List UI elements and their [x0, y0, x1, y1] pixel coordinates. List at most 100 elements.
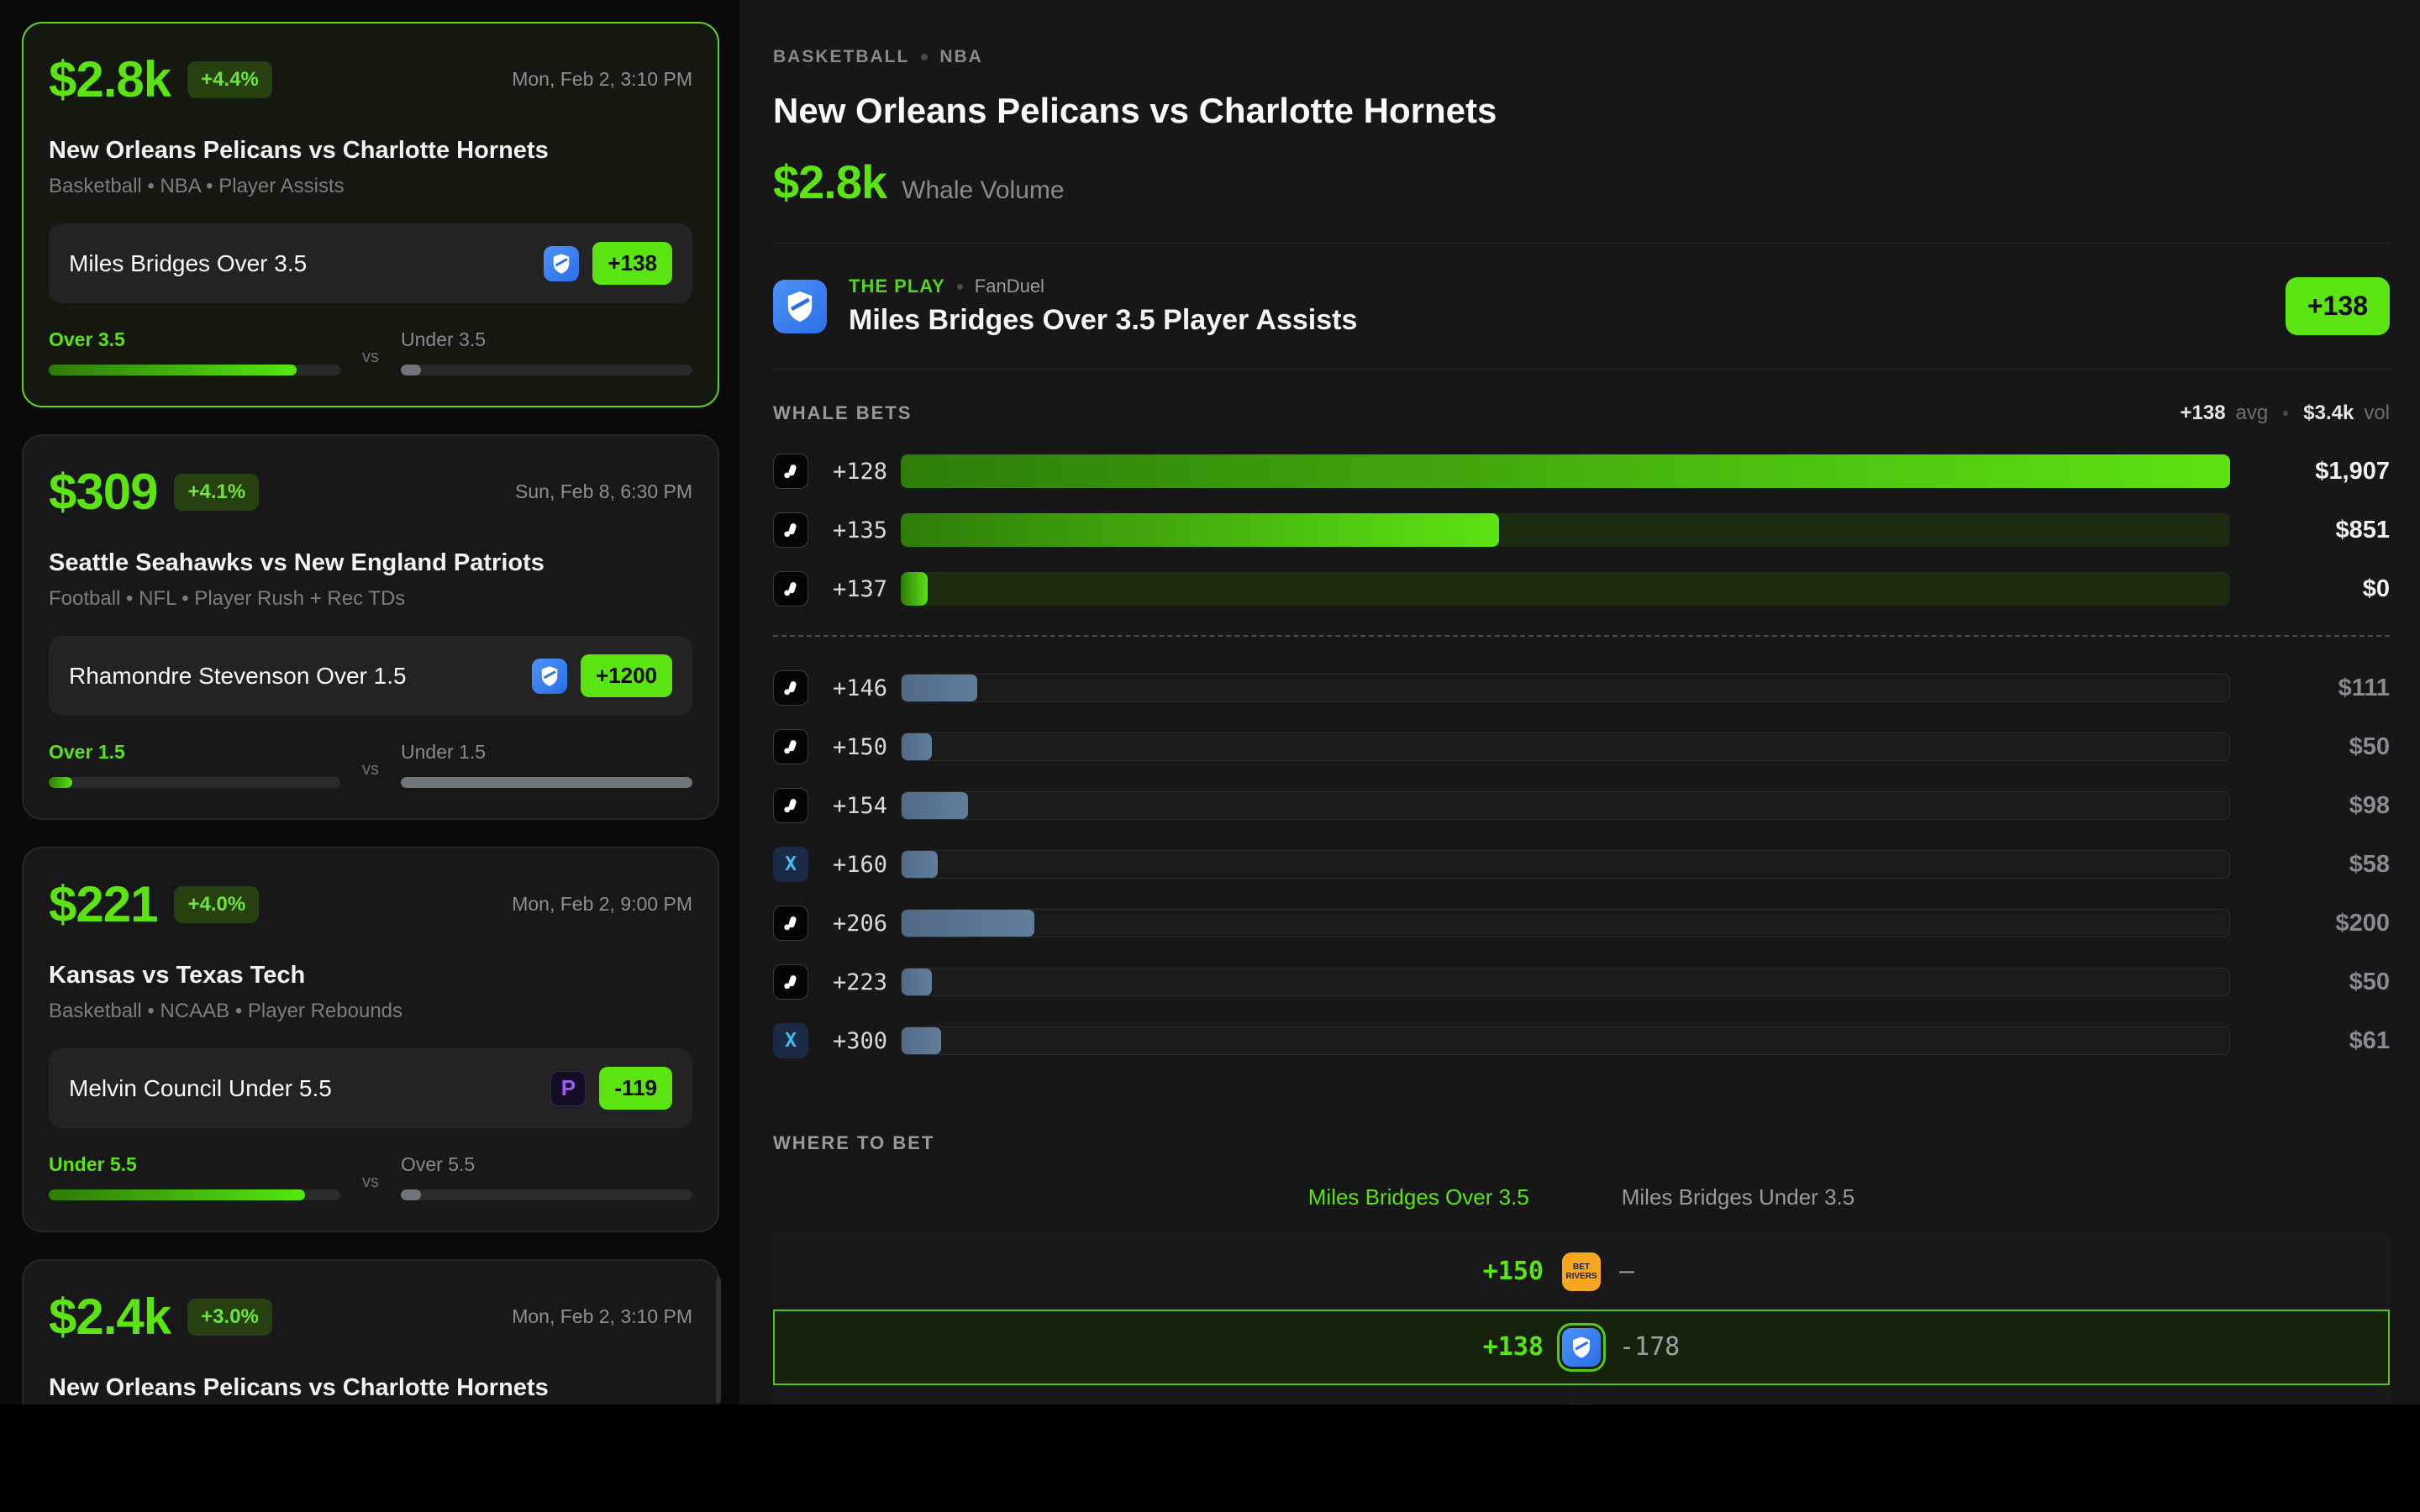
game-datetime: Mon, Feb 2, 3:10 PM [512, 1305, 692, 1328]
row-volume: $98 [2230, 792, 2390, 820]
consensus-bars: Over 3.5 vs Under 3.5 [49, 328, 692, 375]
section-divider [773, 369, 2390, 370]
whale-volume-label: Whale Volume [902, 176, 1064, 205]
row-volume: $50 [2230, 969, 2390, 996]
change-badge: +4.4% [187, 61, 272, 98]
bet-card-pelicans-hornets-rebounds[interactable]: $2.4k +3.0% Mon, Feb 2, 3:10 PM New Orle… [22, 1259, 719, 1404]
novig-logo-icon [773, 670, 808, 706]
whale-bets-heading: WHALE BETS [773, 402, 912, 424]
book-row-betrivers[interactable]: +150 BETRIVERS — [773, 1234, 2390, 1310]
fanduel-logo-icon [532, 659, 567, 694]
bet-row[interactable]: Miles Bridges Over 3.5 +138 [49, 223, 692, 303]
game-datetime: Mon, Feb 2, 9:00 PM [512, 893, 692, 916]
row-volume: $50 [2230, 733, 2390, 761]
row-odds: +206 [807, 911, 887, 937]
stats-dot-icon [2283, 411, 2288, 416]
side-win-label: Over 1.5 [49, 741, 340, 764]
novig-logo-icon [773, 512, 808, 548]
breadcrumb: BASKETBALL NBA [773, 47, 2390, 67]
book-row-prophetx[interactable]: +134 X -160 [773, 1385, 2390, 1404]
whale-bet-row: +146 $111 [773, 670, 2390, 706]
novig-logo-icon [773, 788, 808, 823]
side-win-bar [49, 1189, 340, 1200]
game-title: New Orleans Pelicans vs Charlotte Hornet… [49, 137, 692, 165]
fanduel-logo-icon [773, 280, 827, 333]
whale-bet-row: +154 $98 [773, 788, 2390, 823]
whale-volume-amount: $2.8k [49, 50, 171, 108]
under-odds: -178 [1619, 1332, 1770, 1362]
the-play-title: Miles Bridges Over 3.5 Player Assists [849, 304, 1357, 337]
row-odds: +146 [807, 675, 887, 701]
prophetx-logo-icon: X [773, 1023, 808, 1058]
odds-pill: -119 [599, 1067, 672, 1110]
side-lose-label: Under 3.5 [401, 328, 692, 351]
book-row-fanduel-best[interactable]: +138 -178 [773, 1310, 2390, 1385]
game-meta: Basketball • NCAAB • Player Rebounds [49, 1000, 692, 1023]
change-badge: +4.1% [174, 474, 259, 511]
whale-bet-row: +223 $50 [773, 964, 2390, 1000]
side-lose-label: Over 5.5 [401, 1153, 692, 1176]
page-title: New Orleans Pelicans vs Charlotte Hornet… [773, 91, 2390, 131]
column-header-over: Miles Bridges Over 3.5 [1308, 1184, 1529, 1210]
odds-pill: +1200 [581, 654, 672, 697]
prizepicks-logo-icon: P [550, 1071, 586, 1106]
sidebar-scrollbar[interactable] [716, 1277, 721, 1403]
side-win-bar [49, 365, 340, 375]
breadcrumb-sport: BASKETBALL [773, 47, 909, 67]
change-badge: +3.0% [187, 1299, 272, 1336]
prophetx-logo-icon: X [773, 847, 808, 882]
total-vol-value: $3.4k [2303, 402, 2354, 425]
whale-bet-row: X +300 $61 [773, 1023, 2390, 1058]
whale-bet-row: +128 $1,907 [773, 454, 2390, 489]
bet-card-kansas-texastech[interactable]: $221 +4.0% Mon, Feb 2, 9:00 PM Kansas vs… [22, 847, 719, 1232]
avg-odds-label: avg [2236, 402, 2269, 425]
novig-logo-icon [773, 964, 808, 1000]
row-odds: +223 [807, 969, 887, 995]
breadcrumb-league: NBA [939, 47, 983, 67]
row-volume: $58 [2230, 851, 2390, 879]
row-volume: $851 [2230, 517, 2390, 544]
row-volume: $0 [2230, 575, 2390, 603]
the-play-kicker: THE PLAY [849, 276, 945, 297]
odds-pill: +138 [592, 242, 672, 285]
consensus-bars: Over 1.5 vs Under 1.5 [49, 741, 692, 788]
side-win-label: Under 5.5 [49, 1153, 340, 1176]
the-play-row: THE PLAY FanDuel Miles Bridges Over 3.5 … [773, 244, 2390, 369]
whale-bet-row: X +160 $58 [773, 847, 2390, 882]
row-volume: $200 [2230, 910, 2390, 937]
row-odds: +150 [807, 734, 887, 760]
vs-label: vs [362, 348, 379, 375]
bet-card-seahawks-patriots[interactable]: $309 +4.1% Sun, Feb 8, 6:30 PM Seattle S… [22, 434, 719, 820]
side-lose-bar [401, 365, 692, 375]
whale-bet-row: +135 $851 [773, 512, 2390, 548]
row-odds: +160 [807, 852, 887, 878]
game-meta: Basketball • NBA • Player Assists [49, 175, 692, 198]
where-to-bet-table: +150 BETRIVERS — +138 -178 +134 X -160 [773, 1234, 2390, 1404]
row-volume: $61 [2230, 1027, 2390, 1055]
whale-bet-row: +206 $200 [773, 906, 2390, 941]
fanduel-logo-icon [544, 246, 579, 281]
kicker-dot-icon [957, 284, 963, 290]
where-to-bet-heading: WHERE TO BET [773, 1132, 2390, 1154]
side-lose-bar [401, 1189, 692, 1200]
bet-row[interactable]: Rhamondre Stevenson Over 1.5 +1200 [49, 636, 692, 716]
game-title: New Orleans Pelicans vs Charlotte Hornet… [49, 1374, 692, 1402]
game-datetime: Sun, Feb 8, 6:30 PM [515, 480, 692, 503]
whale-bet-row: +150 $50 [773, 729, 2390, 764]
game-meta: Football • NFL • Player Rush + Rec TDs [49, 587, 692, 611]
bet-label: Rhamondre Stevenson Over 1.5 [69, 663, 407, 690]
row-odds: +135 [807, 517, 887, 543]
row-odds: +300 [807, 1028, 887, 1054]
the-play-odds-button[interactable]: +138 [2286, 277, 2390, 335]
whale-bet-row: +137 $0 [773, 571, 2390, 606]
prophetx-logo-icon: X [1562, 1404, 1601, 1405]
column-header-under: Miles Bridges Under 3.5 [1622, 1184, 1854, 1210]
bet-label: Miles Bridges Over 3.5 [69, 250, 307, 277]
bet-row[interactable]: Melvin Council Under 5.5 P -119 [49, 1048, 692, 1128]
bet-label: Melvin Council Under 5.5 [69, 1075, 332, 1102]
bet-card-pelicans-hornets-assists[interactable]: $2.8k +4.4% Mon, Feb 2, 3:10 PM New Orle… [22, 22, 719, 407]
side-lose-bar [401, 777, 692, 788]
row-odds: +128 [807, 459, 887, 485]
side-lose-label: Under 1.5 [401, 741, 692, 764]
whale-bets-stats: +138 avg $3.4k vol [2180, 402, 2390, 425]
